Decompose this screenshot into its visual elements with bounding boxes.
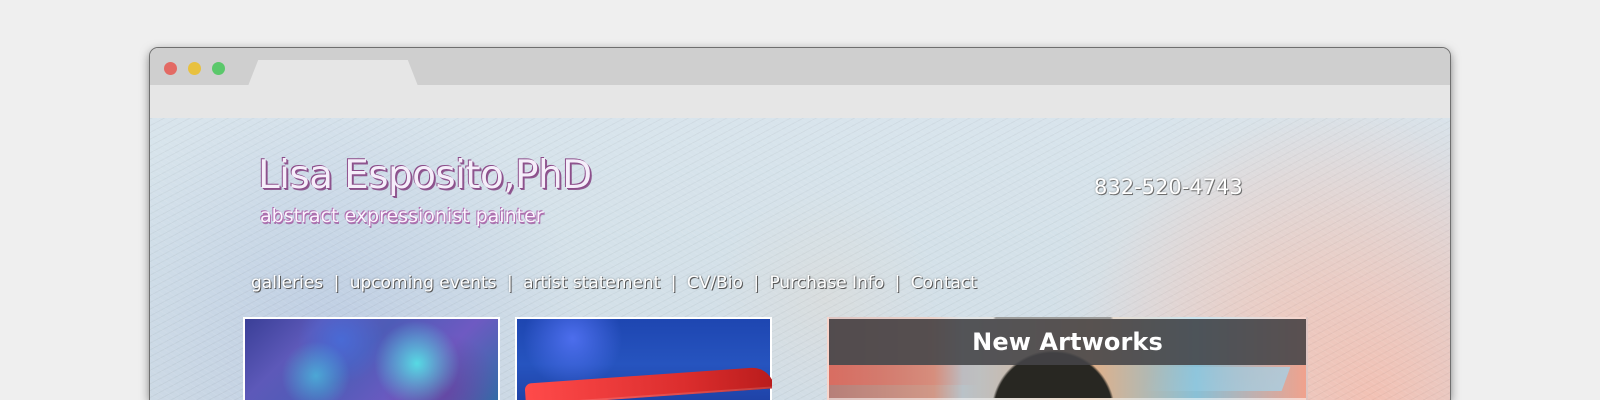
minimize-window-icon[interactable] bbox=[188, 62, 201, 75]
browser-window: Lisa Esposito,PhD abstract expressionist… bbox=[150, 48, 1450, 400]
nav-link-cv-bio[interactable]: CV/Bio bbox=[687, 272, 743, 294]
nav-separator: | bbox=[753, 273, 760, 293]
nav-separator: | bbox=[894, 273, 901, 293]
new-artworks-title: New Artworks bbox=[972, 328, 1163, 356]
nav-link-upcoming-events[interactable]: upcoming events bbox=[350, 272, 497, 294]
gallery-thumbnail-2[interactable] bbox=[515, 317, 772, 400]
gallery-thumbnail-1[interactable] bbox=[243, 317, 500, 400]
new-artworks-panel[interactable]: New Artworks bbox=[827, 317, 1308, 400]
website-content: Lisa Esposito,PhD abstract expressionist… bbox=[150, 118, 1450, 400]
close-window-icon[interactable] bbox=[164, 62, 177, 75]
site-subtitle: abstract expressionist painter bbox=[260, 205, 544, 227]
new-artworks-header: New Artworks bbox=[829, 319, 1306, 365]
nav-link-galleries[interactable]: galleries bbox=[251, 272, 323, 294]
nav-link-artist-statement[interactable]: artist statement bbox=[523, 272, 660, 294]
phone-number[interactable]: 832-520-4743 bbox=[1094, 174, 1256, 200]
nav-separator: | bbox=[506, 273, 513, 293]
blue-abstract-painting-image[interactable] bbox=[245, 319, 498, 400]
maximize-window-icon[interactable] bbox=[212, 62, 225, 75]
red-and-blue-painting-image[interactable] bbox=[517, 319, 770, 400]
nav-separator: | bbox=[670, 273, 677, 293]
nav-separator: | bbox=[333, 273, 340, 293]
browser-toolbar bbox=[150, 85, 1450, 118]
nav-link-purchase-info[interactable]: Purchase Info bbox=[769, 272, 884, 294]
nav-link-contact[interactable]: Contact bbox=[911, 272, 977, 294]
browser-titlebar bbox=[150, 48, 1450, 86]
browser-tab[interactable] bbox=[248, 60, 418, 86]
site-title[interactable]: Lisa Esposito,PhD bbox=[258, 152, 592, 200]
main-navigation: galleries | upcoming events | artist sta… bbox=[251, 272, 977, 294]
